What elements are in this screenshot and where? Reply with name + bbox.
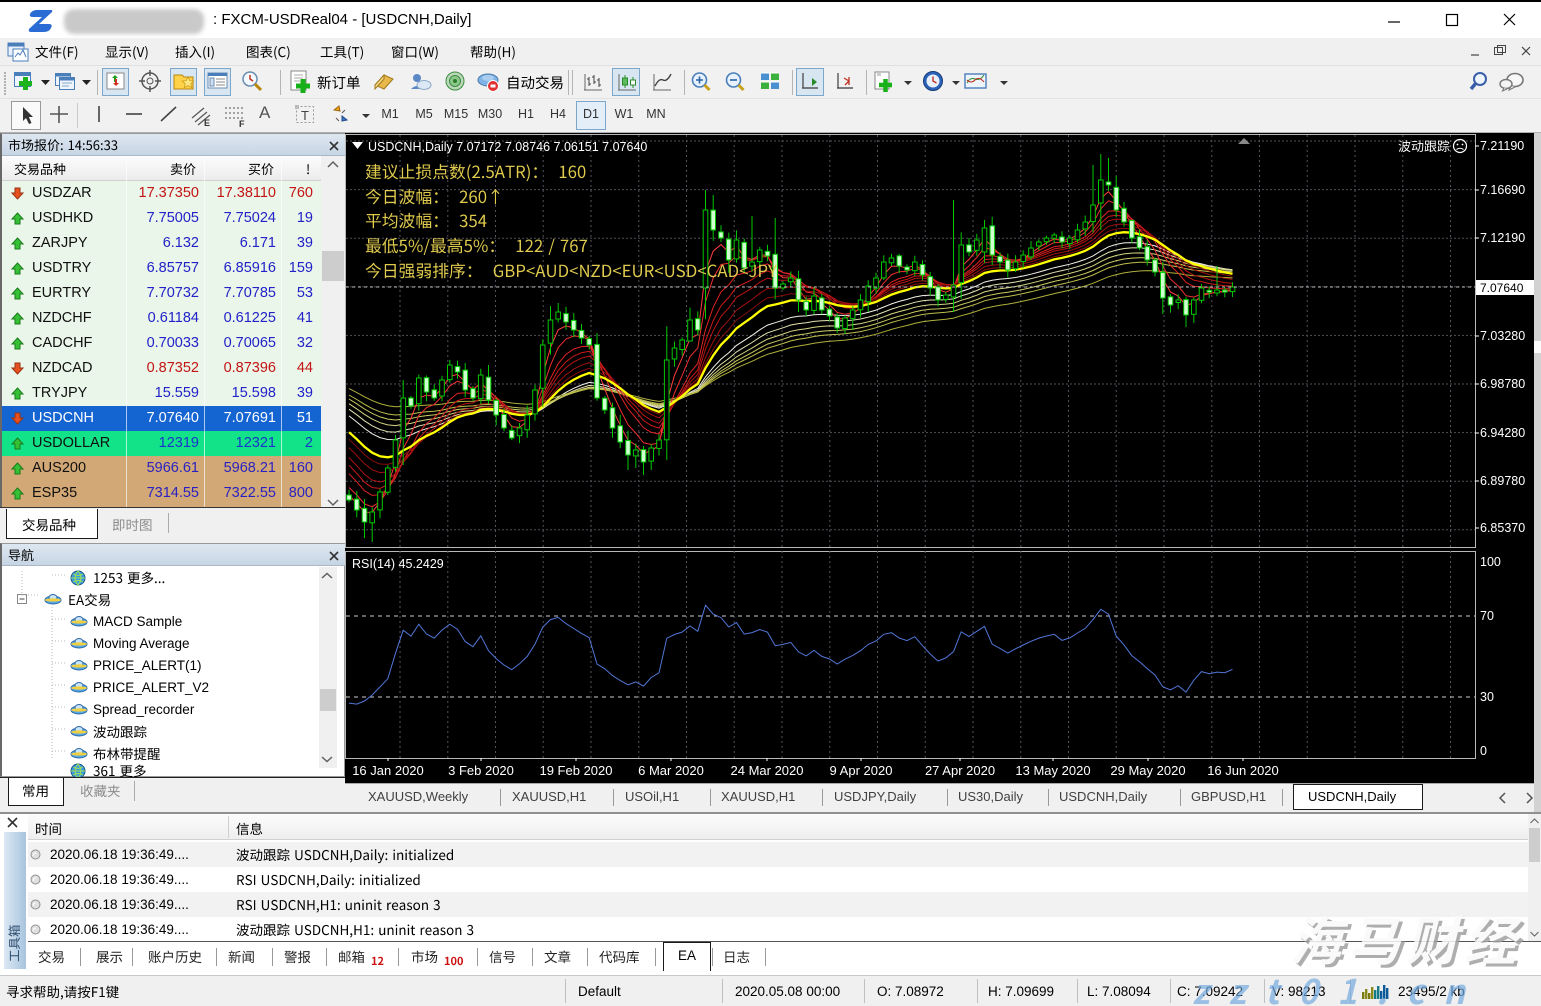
- svg-text:6.98780: 6.98780: [1480, 377, 1525, 391]
- svg-text:USDCNH,Daily 7.07172 7.08746: USDCNH,Daily 7.07172 7.08746 7.06151 7.0…: [368, 140, 647, 154]
- svg-text:7.07640: 7.07640: [1480, 281, 1524, 295]
- svg-text:F: F: [239, 119, 245, 129]
- svg-text:0: 0: [1480, 744, 1487, 758]
- svg-text:6.89780: 6.89780: [1480, 474, 1525, 488]
- svg-text:19 Feb 2020: 19 Feb 2020: [539, 763, 612, 778]
- svg-text:6 Mar 2020: 6 Mar 2020: [638, 763, 704, 778]
- svg-text:9 Apr 2020: 9 Apr 2020: [830, 763, 893, 778]
- svg-text:E: E: [204, 118, 210, 128]
- svg-text:7.12190: 7.12190: [1480, 231, 1525, 245]
- svg-text:T: T: [301, 108, 309, 123]
- svg-text:100: 100: [1480, 555, 1501, 569]
- svg-text:7.03280: 7.03280: [1480, 329, 1525, 343]
- svg-text:6.94280: 6.94280: [1480, 426, 1525, 440]
- svg-text:30: 30: [1480, 690, 1494, 704]
- svg-text:27 Apr 2020: 27 Apr 2020: [925, 763, 995, 778]
- svg-text:RSI(14) 45.2429: RSI(14) 45.2429: [352, 557, 444, 571]
- svg-text:7.16690: 7.16690: [1480, 183, 1525, 197]
- svg-text:16 Jun 2020: 16 Jun 2020: [1207, 763, 1279, 778]
- svg-text:16 Jan 2020: 16 Jan 2020: [352, 763, 424, 778]
- svg-text:70: 70: [1480, 609, 1494, 623]
- svg-text:13 May 2020: 13 May 2020: [1015, 763, 1090, 778]
- svg-text:6.85370: 6.85370: [1480, 521, 1525, 535]
- svg-text:7.21190: 7.21190: [1480, 139, 1524, 153]
- svg-text:24 Mar 2020: 24 Mar 2020: [731, 763, 804, 778]
- svg-text:29 May 2020: 29 May 2020: [1110, 763, 1185, 778]
- svg-text:3 Feb 2020: 3 Feb 2020: [448, 763, 514, 778]
